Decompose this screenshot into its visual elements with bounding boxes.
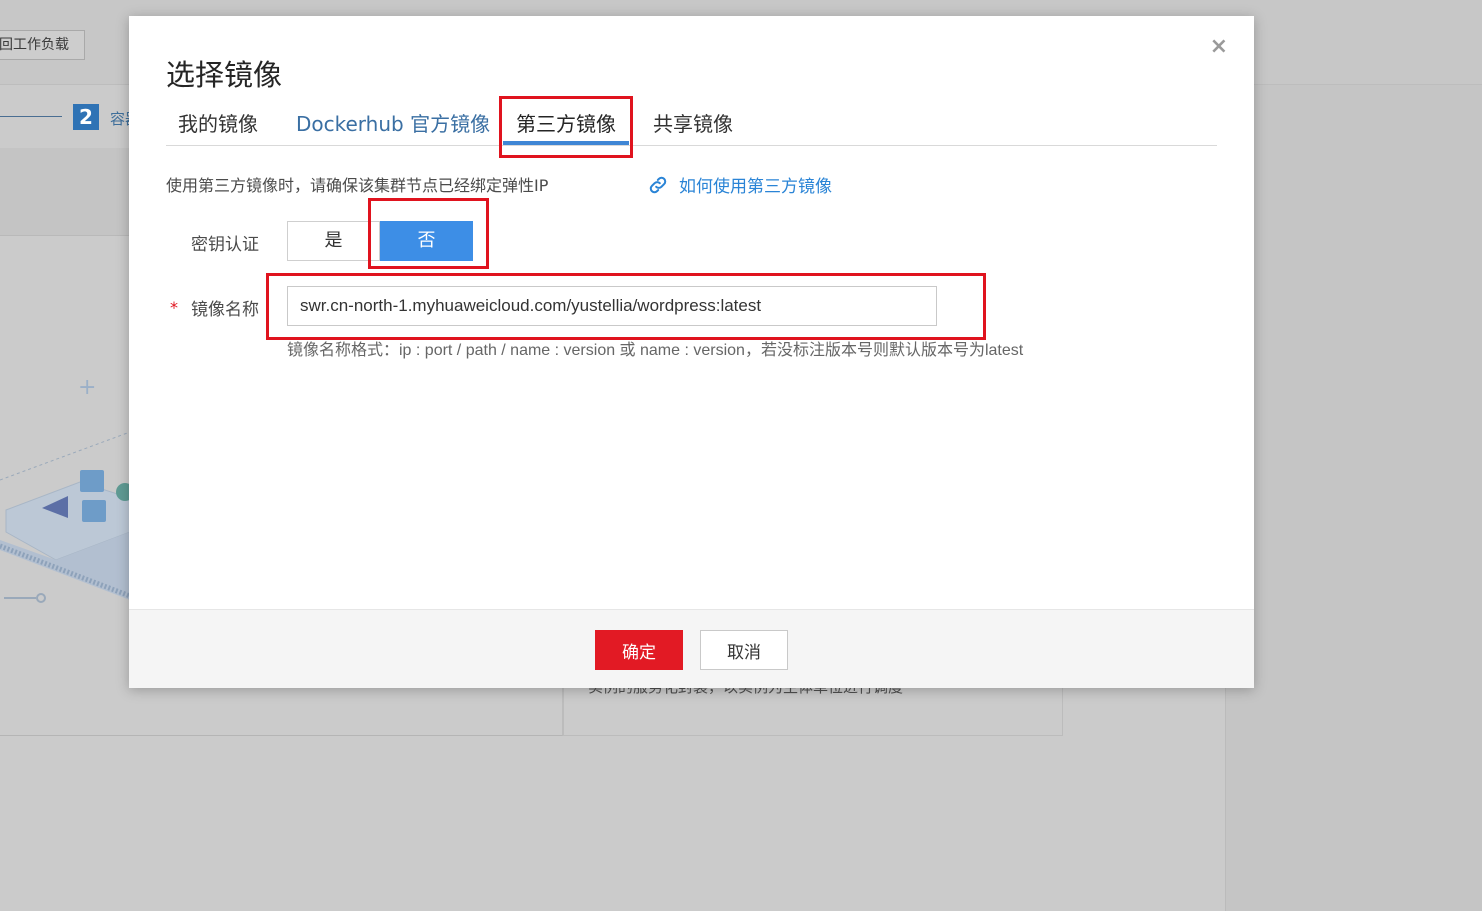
elastic-ip-notice: 使用第三方镜像时，请确保该集群节点已经绑定弹性IP [166,176,549,195]
key-auth-toggle: 是 否 [287,221,473,261]
step-number-badge: 2 [73,104,99,130]
svg-text:+: + [78,375,96,400]
select-image-dialog: × 选择镜像 我的镜像 Dockerhub 官方镜像 第三方镜像 共享镜像 使用… [129,16,1254,688]
tab-dockerhub-images[interactable]: Dockerhub 官方镜像 [296,108,490,137]
tab-my-images[interactable]: 我的镜像 [178,108,258,137]
key-auth-yes-button[interactable]: 是 [287,221,380,261]
close-icon[interactable]: × [1210,36,1228,58]
key-auth-no-button[interactable]: 否 [380,221,473,261]
back-to-workload-button: 回工作负载 [0,30,85,60]
third-party-help-link[interactable]: 如何使用第三方镜像 [647,172,832,197]
link-icon [649,176,667,193]
cancel-button[interactable]: 取消 [700,630,788,670]
active-tab-indicator [503,141,629,145]
image-name-label: 镜像名称 [191,300,259,320]
dialog-footer: 确定 取消 [129,609,1254,688]
tab-third-party-images[interactable]: 第三方镜像 [516,108,616,137]
cluster-illustration-icon: + [0,375,130,603]
step-connector-line [0,116,62,117]
image-source-tabs: 我的镜像 Dockerhub 官方镜像 第三方镜像 共享镜像 [166,100,1217,146]
required-marker: * [170,298,178,317]
image-name-format-hint: 镜像名称格式：ip : port / path / name : version… [287,342,1024,359]
tab-shared-images[interactable]: 共享镜像 [653,108,733,137]
key-auth-label: 密钥认证 [191,235,259,255]
help-link-text[interactable]: 如何使用第三方镜像 [679,172,832,197]
confirm-button[interactable]: 确定 [595,630,683,670]
dialog-title: 选择镜像 [166,58,283,92]
background-right-panel [1225,85,1482,911]
image-name-input[interactable] [287,286,937,326]
